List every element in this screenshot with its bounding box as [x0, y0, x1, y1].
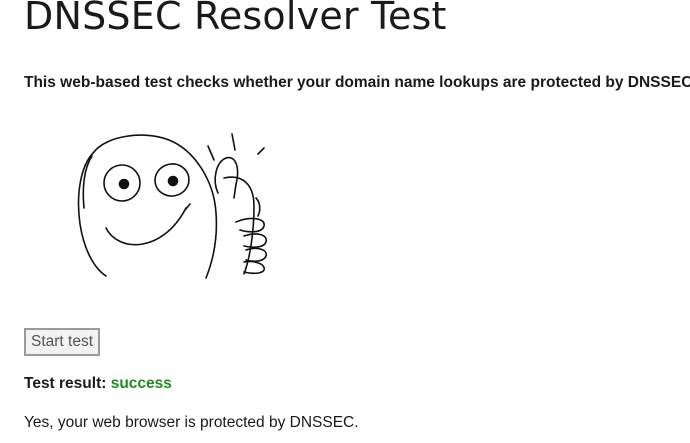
test-result-label: Test result: [24, 375, 107, 392]
intro-text: This web-based test checks whether your … [24, 74, 690, 91]
thumbs-up-face-icon [54, 128, 274, 283]
result-message: Yes, your web browser is protected by DN… [24, 414, 359, 431]
page-title: DNSSEC Resolver Test [24, 0, 447, 38]
start-test-button[interactable]: Start test [24, 328, 101, 356]
test-result: Test result: success [24, 375, 172, 393]
test-result-status: success [110, 375, 172, 392]
page-container: DNSSEC Resolver Test This web-based test… [24, 0, 690, 443]
